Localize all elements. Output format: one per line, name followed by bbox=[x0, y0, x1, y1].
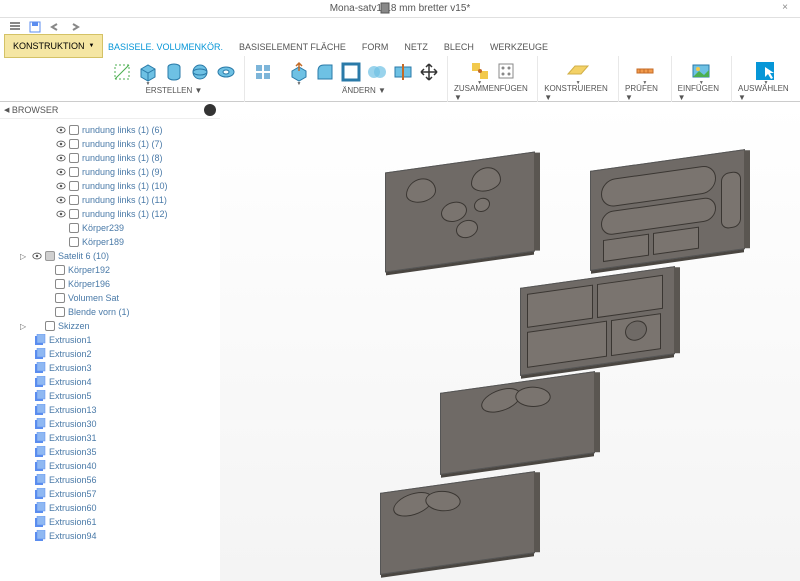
group-prüfen: PRÜFEN ▼ bbox=[619, 56, 672, 102]
tab-form[interactable]: FORM bbox=[354, 40, 397, 54]
close-button[interactable]: × bbox=[778, 1, 792, 15]
tree-item[interactable]: Blende vorn (1) bbox=[20, 305, 220, 319]
rigid-group-button[interactable] bbox=[494, 57, 518, 85]
board-4[interactable] bbox=[440, 371, 595, 475]
tree-item-extrusion[interactable]: Extrusion2 bbox=[20, 347, 220, 361]
browser-tree: rundung links (1) (6)rundung links (1) (… bbox=[0, 119, 220, 547]
tree-item[interactable]: Körper192 bbox=[20, 263, 220, 277]
file-icon bbox=[380, 2, 392, 14]
tree-item-extrusion[interactable]: Extrusion57 bbox=[20, 487, 220, 501]
tree-item-extrusion[interactable]: Extrusion30 bbox=[20, 417, 220, 431]
konstr-label: KONSTRUIEREN ▼ bbox=[544, 84, 612, 102]
tree-item-extrusion[interactable]: Extrusion56 bbox=[20, 473, 220, 487]
zusammen-label: ZUSAMMENFÜGEN ▼ bbox=[454, 84, 531, 102]
tree-item[interactable]: Körper189 bbox=[20, 235, 220, 249]
tree-item-extrusion[interactable]: Extrusion35 bbox=[20, 445, 220, 459]
measure-button[interactable] bbox=[633, 57, 657, 85]
tree-item[interactable]: Körper196 bbox=[20, 277, 220, 291]
tab-werkzeuge[interactable]: WERKZEUGE bbox=[482, 40, 556, 54]
tree-item-extrusion[interactable]: Extrusion4 bbox=[20, 375, 220, 389]
tree-item[interactable]: rundung links (1) (9) bbox=[20, 165, 220, 179]
group-erstellen: ERSTELLEN ▼ bbox=[104, 56, 245, 102]
qat-file[interactable] bbox=[6, 19, 24, 35]
tab-basis-fläche[interactable]: BASISELEMENT FLÄCHE bbox=[231, 40, 354, 54]
ribbon-tabs: BASISELE. VOLUMENKÖR. BASISELEMENT FLÄCH… bbox=[0, 36, 800, 54]
group-ändern: ÄNDERN ▼ bbox=[281, 56, 448, 102]
shell-button[interactable] bbox=[339, 58, 363, 86]
press-pull-button[interactable] bbox=[287, 58, 311, 86]
group-auswählen: AUSWÄHLEN ▼ bbox=[732, 56, 800, 102]
tree-item[interactable]: Körper239 bbox=[20, 221, 220, 235]
sketch-button[interactable] bbox=[110, 58, 134, 86]
tree-item-extrusion[interactable]: Extrusion5 bbox=[20, 389, 220, 403]
plane-button[interactable] bbox=[563, 57, 593, 85]
browser-header: ◀ BROWSER bbox=[0, 102, 220, 119]
combine-button[interactable] bbox=[365, 58, 389, 86]
tree-item[interactable]: rundung links (1) (8) bbox=[20, 151, 220, 165]
ändern-label: ÄNDERN ▼ bbox=[342, 86, 386, 95]
tab-netz[interactable]: NETZ bbox=[396, 40, 436, 54]
group-zusammenfügen: ZUSAMMENFÜGEN ▼ bbox=[448, 56, 538, 102]
prüfen-label: PRÜFEN ▼ bbox=[625, 84, 665, 102]
joint-button[interactable] bbox=[468, 57, 492, 85]
qat-undo[interactable] bbox=[46, 19, 64, 35]
tree-item[interactable]: rundung links (1) (11) bbox=[20, 193, 220, 207]
tree-item[interactable]: rundung links (1) (10) bbox=[20, 179, 220, 193]
qat-redo[interactable] bbox=[66, 19, 84, 35]
tree-item[interactable]: rundung links (1) (12) bbox=[20, 207, 220, 221]
group-konstruieren: KONSTRUIEREN ▼ bbox=[538, 56, 619, 102]
sphere-button[interactable] bbox=[188, 58, 212, 86]
auswählen-label: AUSWÄHLEN ▼ bbox=[738, 84, 794, 102]
board-2[interactable] bbox=[590, 149, 745, 271]
board-1[interactable] bbox=[385, 151, 535, 272]
tree-item[interactable]: ▷Satelit 6 (10) bbox=[20, 249, 220, 263]
qat-save[interactable] bbox=[26, 19, 44, 35]
konstruktion-menu[interactable]: KONSTRUKTION bbox=[4, 34, 103, 58]
tree-item-extrusion[interactable]: Extrusion94 bbox=[20, 529, 220, 543]
tab-blech[interactable]: BLECH bbox=[436, 40, 482, 54]
tree-item-extrusion[interactable]: Extrusion1 bbox=[20, 333, 220, 347]
browser-toggle[interactable] bbox=[204, 104, 216, 116]
erstellen-label: ERSTELLEN ▼ bbox=[146, 86, 203, 95]
tree-item[interactable]: rundung links (1) (7) bbox=[20, 137, 220, 151]
tree-item-extrusion[interactable]: Extrusion60 bbox=[20, 501, 220, 515]
board-5[interactable] bbox=[380, 471, 535, 575]
group-divider bbox=[245, 56, 281, 102]
insert-button[interactable] bbox=[689, 57, 713, 85]
document-title: Mona-satv1-18 mm bretter v15* bbox=[330, 3, 471, 14]
ribbon: ERSTELLEN ▼ ÄNDERN ▼ ZUSAMMENFÜGEN ▼ KON… bbox=[0, 54, 800, 102]
box-button[interactable] bbox=[136, 58, 160, 86]
tree-item[interactable]: ▷Skizzen bbox=[20, 319, 220, 333]
tree-item[interactable]: Volumen Sat bbox=[20, 291, 220, 305]
grid-button[interactable] bbox=[251, 58, 275, 86]
split-button[interactable] bbox=[391, 58, 415, 86]
titlebar: Mona-satv1-18 mm bretter v15* × bbox=[0, 0, 800, 18]
tree-item-extrusion[interactable]: Extrusion40 bbox=[20, 459, 220, 473]
fillet-button[interactable] bbox=[313, 58, 337, 86]
torus-button[interactable] bbox=[214, 58, 238, 86]
tab-basis-volumen[interactable]: BASISELE. VOLUMENKÖR. bbox=[100, 40, 231, 54]
board-3[interactable] bbox=[520, 266, 675, 376]
main-area: ◀ BROWSER rundung links (1) (6)rundung l… bbox=[0, 102, 800, 581]
tree-item-extrusion[interactable]: Extrusion61 bbox=[20, 515, 220, 529]
move-button[interactable] bbox=[417, 58, 441, 86]
browser-panel: ◀ BROWSER rundung links (1) (6)rundung l… bbox=[0, 102, 220, 581]
tree-item-extrusion[interactable]: Extrusion3 bbox=[20, 361, 220, 375]
tree-item-extrusion[interactable]: Extrusion13 bbox=[20, 403, 220, 417]
select-button[interactable] bbox=[751, 57, 781, 85]
viewport-canvas[interactable] bbox=[220, 102, 800, 581]
tree-item-extrusion[interactable]: Extrusion31 bbox=[20, 431, 220, 445]
cylinder-button[interactable] bbox=[162, 58, 186, 86]
tree-item[interactable]: rundung links (1) (6) bbox=[20, 123, 220, 137]
group-einfügen: EINFÜGEN ▼ bbox=[672, 56, 732, 102]
einfügen-label: EINFÜGEN ▼ bbox=[678, 84, 725, 102]
quick-access-toolbar bbox=[0, 18, 800, 36]
